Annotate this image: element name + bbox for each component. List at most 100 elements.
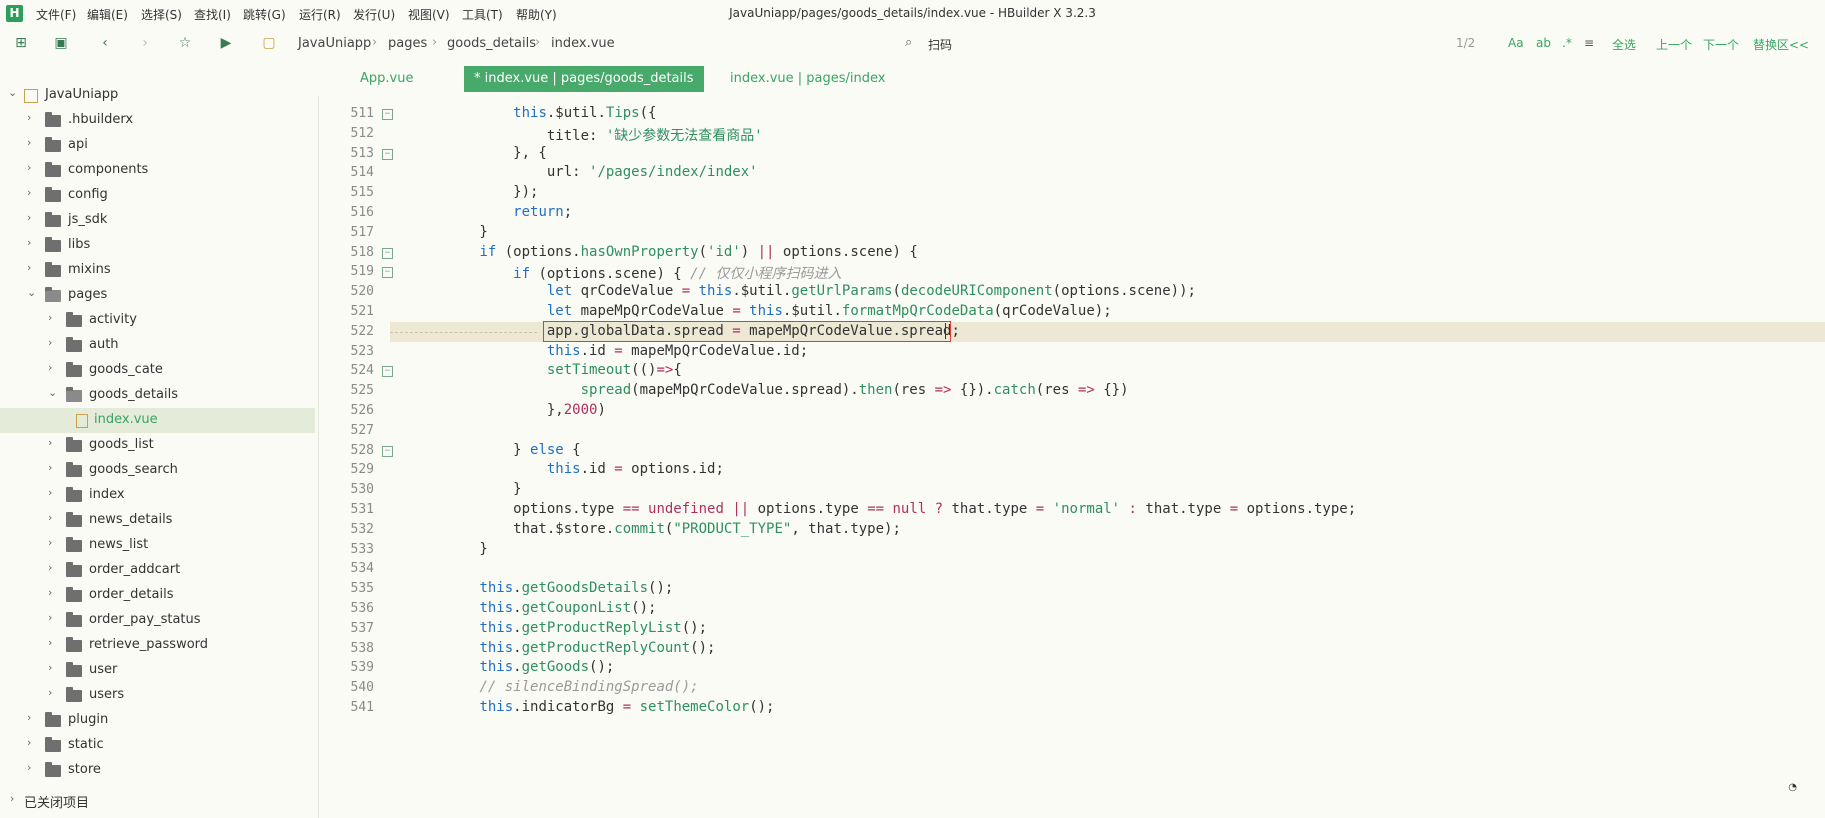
tree-item[interactable]: › mixins [0, 258, 315, 283]
tree-item[interactable]: index.vue [0, 408, 315, 433]
fold-toggle-icon[interactable]: − [382, 445, 393, 457]
menu-item[interactable]: 视图(V) [408, 6, 450, 23]
menu-item[interactable]: 查找(I) [194, 6, 231, 23]
tree-item[interactable]: › static [0, 733, 315, 758]
chevron-right-icon: › [48, 486, 53, 499]
tab-goods-details-index[interactable]: * index.vue | pages/goods_details [464, 66, 704, 92]
closed-projects[interactable]: › 已关闭项目 [0, 788, 315, 812]
select-all-button[interactable]: 全选 [1612, 36, 1636, 53]
tree-item[interactable]: › goods_search [0, 458, 315, 483]
code-line: },2000) [412, 402, 606, 418]
new-file-icon[interactable]: ⊞ [12, 34, 30, 52]
line-number: 526 [350, 403, 374, 418]
tree-item[interactable]: › activity [0, 308, 315, 333]
line-number: 531 [350, 502, 374, 517]
code-editor[interactable]: 511− this.$util.Tips({512 title: '缺少参数无法… [324, 100, 1825, 818]
tab-index-index[interactable]: index.vue | pages/index [720, 66, 895, 92]
code-line: let qrCodeValue = this.$util.getUrlParam… [546, 283, 1196, 300]
next-match-button[interactable]: 下一个 [1703, 36, 1739, 53]
code-line: if (options.hasOwnProperty('id') || opti… [479, 243, 918, 260]
regex-icon[interactable]: .* [1562, 36, 1572, 50]
code-line: title: '缺少参数无法查看商品' [412, 127, 763, 144]
list-icon[interactable]: ≡ [1584, 36, 1594, 50]
whole-word-icon[interactable]: ab [1536, 36, 1551, 50]
tree-item[interactable]: › auth [0, 333, 315, 358]
tree-item[interactable]: › users [0, 683, 315, 708]
replace-toggle-button[interactable]: 替换区<< [1753, 36, 1809, 53]
menu-item[interactable]: 文件(F) [36, 6, 76, 23]
menu-item[interactable]: 发行(U) [353, 6, 395, 23]
fold-toggle-icon[interactable]: − [382, 148, 393, 160]
line-number: 516 [350, 205, 374, 220]
breadcrumb-item[interactable]: pages [388, 36, 427, 51]
tree-project-root[interactable]: ⌄ JavaUniapp [0, 83, 315, 108]
tree-item[interactable]: › components [0, 158, 315, 183]
chevron-down-icon: ⌄ [27, 286, 37, 299]
folder-icon [66, 537, 82, 552]
tree-item[interactable]: › config [0, 183, 315, 208]
fold-toggle-icon[interactable]: − [382, 109, 393, 120]
fold-toggle-icon[interactable]: − [382, 366, 393, 378]
tree-label: user [89, 662, 118, 677]
search-input[interactable]: 扫码 [928, 36, 952, 53]
tree-item[interactable]: › retrieve_password [0, 633, 315, 658]
line-number: 514 [350, 165, 374, 181]
code-line: } else { [412, 441, 581, 458]
chevron-right-icon: › [48, 586, 53, 599]
breadcrumb-item[interactable]: goods_details [447, 36, 536, 51]
tree-item[interactable]: ⌄ pages [0, 283, 315, 308]
tree-item[interactable]: › order_addcart [0, 558, 315, 583]
menu-item[interactable]: 选择(S) [141, 6, 182, 23]
menu-item[interactable]: 运行(R) [299, 6, 341, 23]
tree-item[interactable]: ⌄ goods_details [0, 383, 315, 408]
folder-icon [66, 437, 82, 452]
tree-item[interactable]: › plugin [0, 708, 315, 733]
forward-icon[interactable]: › [136, 34, 154, 52]
tree-item[interactable]: › goods_cate [0, 358, 315, 383]
chevron-right-icon: › [27, 236, 32, 249]
tree-item[interactable]: › order_pay_status [0, 608, 315, 633]
tree-item[interactable]: › js_sdk [0, 208, 315, 233]
previous-match-button[interactable]: 上一个 [1656, 36, 1692, 53]
tree-item[interactable]: › libs [0, 233, 315, 258]
menu-item[interactable]: 编辑(E) [87, 6, 128, 23]
tab-app-vue[interactable]: App.vue [350, 66, 423, 92]
menu-item[interactable]: 工具(T) [462, 6, 503, 23]
tree-item[interactable]: › .hbuilderx [0, 108, 315, 133]
chevron-right-icon: › [27, 211, 32, 224]
tree-item[interactable]: › api [0, 133, 315, 158]
breadcrumb-item[interactable]: index.vue [551, 36, 615, 51]
folder-icon [45, 137, 61, 152]
folder-icon [66, 362, 82, 377]
save-icon[interactable]: ▣ [52, 34, 70, 52]
code-line: } [412, 223, 488, 240]
fold-toggle-icon[interactable]: − [382, 267, 393, 279]
chevron-right-icon: › [27, 111, 32, 124]
fold-toggle-icon[interactable]: − [382, 247, 393, 259]
match-case-toggle[interactable]: Aa [1508, 36, 1524, 50]
tree-item[interactable]: › goods_list [0, 433, 315, 458]
menu-item[interactable]: 帮助(Y) [516, 6, 557, 23]
tree-item[interactable]: › index [0, 483, 315, 508]
tree-label: goods_search [89, 462, 178, 477]
back-icon[interactable]: ‹ [96, 34, 114, 52]
tree-item[interactable]: › order_details [0, 583, 315, 608]
line-number: 521 [350, 304, 374, 319]
favorite-icon[interactable]: ☆ [176, 34, 194, 52]
breadcrumb-item[interactable]: JavaUniapp [298, 36, 371, 51]
menu-item[interactable]: 跳转(G) [243, 6, 286, 23]
folder-open-icon [66, 387, 82, 402]
tree-label: js_sdk [68, 212, 108, 227]
tree-item[interactable]: › user [0, 658, 315, 683]
tree-item[interactable]: › news_list [0, 533, 315, 558]
chevron-right-icon: › [48, 661, 53, 674]
tree-item[interactable]: › store [0, 758, 315, 783]
folder-icon [66, 337, 82, 352]
breadcrumb-separator-icon: › [535, 35, 541, 50]
line-number: 525 [350, 383, 374, 399]
run-icon[interactable]: ▶ [217, 34, 235, 52]
status-indicator-icon: ◔ [1788, 782, 1797, 793]
code-line: this.getProductReplyList(); [479, 619, 708, 636]
tree-item[interactable]: › news_details [0, 508, 315, 533]
tree-label: plugin [68, 712, 109, 727]
